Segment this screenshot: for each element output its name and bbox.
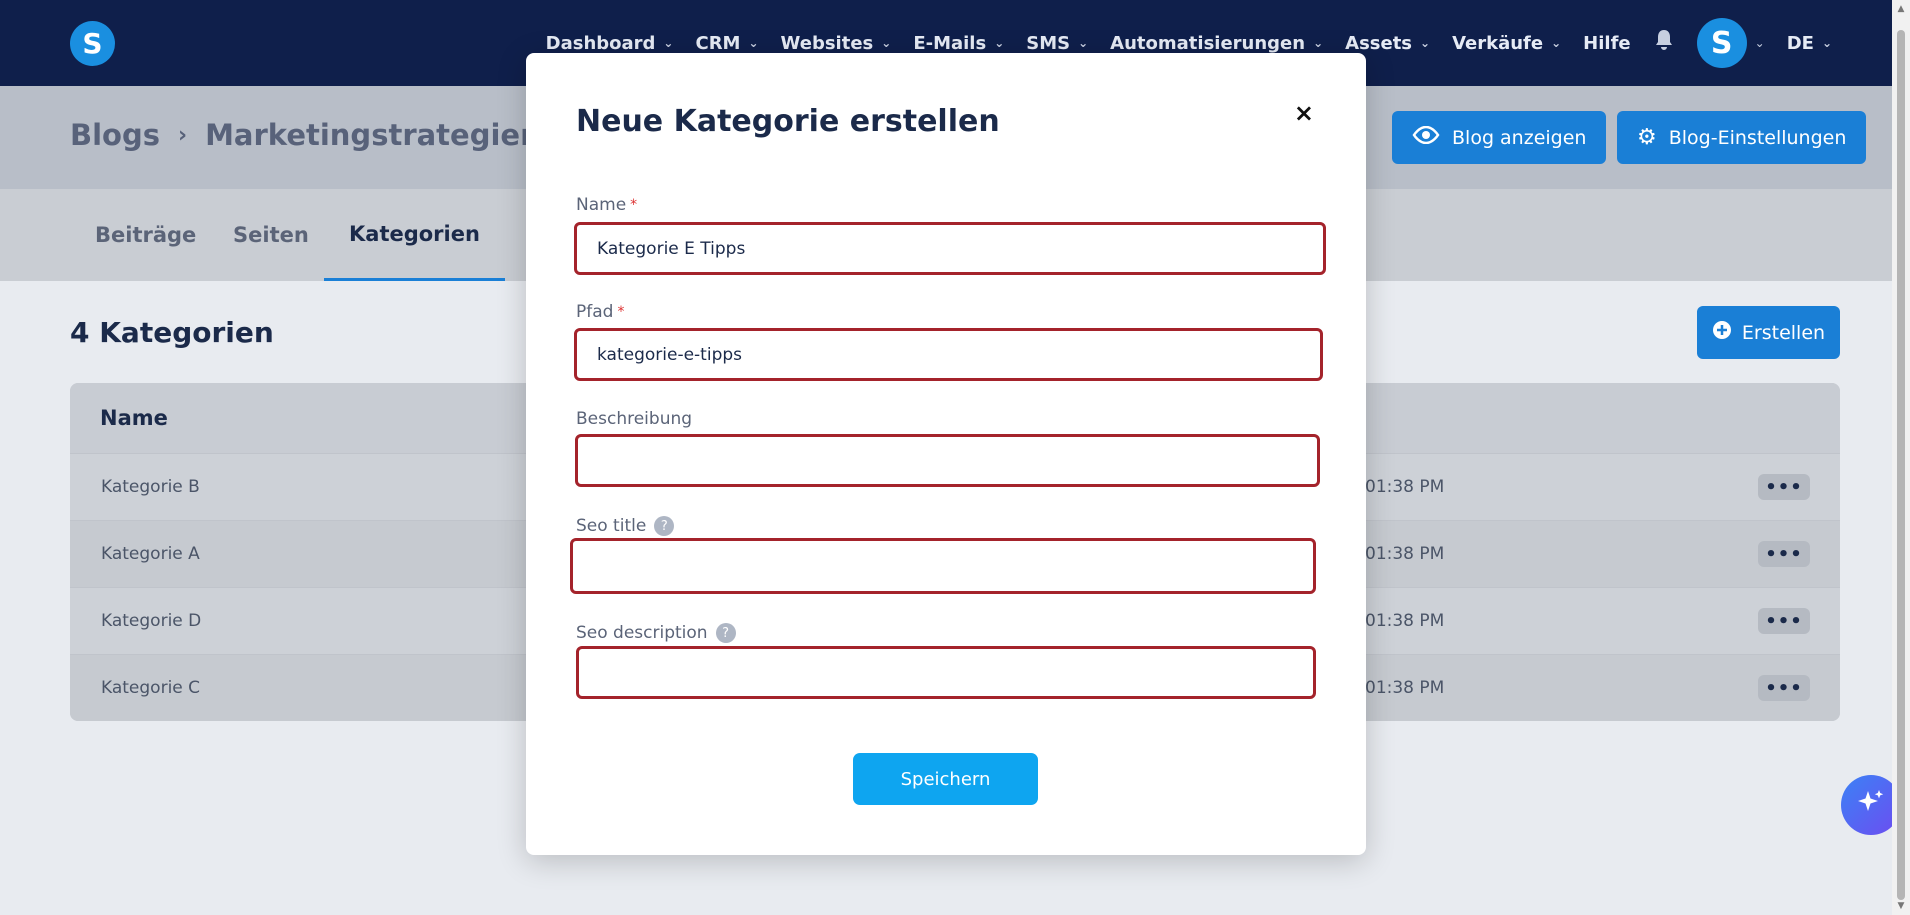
description-field[interactable] [575,434,1320,487]
nav-label: Verkäufe [1452,32,1544,54]
logo[interactable]: S [70,21,115,66]
description-label-text: Beschreibung [576,409,693,429]
nav-label: SMS [1026,32,1071,54]
seo-description-label-text: Seo description [576,623,708,643]
nav-item-sales[interactable]: Verkäufe ⌄ [1452,33,1561,54]
more-options-icon[interactable]: ••• [1758,541,1810,567]
nav-label: Automatisierungen [1110,32,1306,54]
chevron-down-icon: ⌄ [881,36,892,50]
chevron-down-icon: ⌄ [1551,36,1562,50]
view-blog-label: Blog anzeigen [1452,126,1587,149]
nav-item-crm[interactable]: CRM ⌄ [695,33,758,54]
language-label: DE [1786,32,1814,54]
more-options-icon[interactable]: ••• [1758,608,1810,634]
path-label: Pfad * [576,302,624,322]
category-time: 01:38 PM [1365,544,1445,564]
chevron-down-icon: ⌄ [1313,36,1324,50]
modal-title: Neue Kategorie erstellen [576,104,1000,139]
nav-label: Websites [780,32,874,54]
seo-description-field[interactable] [576,646,1316,699]
tab-posts[interactable]: Beiträge [95,189,196,281]
help-icon[interactable]: ? [715,623,736,643]
close-icon[interactable]: × [1294,99,1314,127]
breadcrumb-item-blogs[interactable]: Blogs [70,118,160,152]
save-button[interactable]: Speichern [853,753,1038,805]
bell-icon[interactable] [1653,28,1675,58]
name-label: Name * [576,195,637,215]
category-name: Kategorie A [101,544,200,564]
seo-description-label: Seo description ? [576,623,736,643]
chevron-down-icon: ⌄ [1754,36,1765,50]
eye-icon [1412,125,1440,150]
category-name: Kategorie B [101,477,200,497]
nav-item-assets[interactable]: Assets ⌄ [1345,33,1430,54]
nav-item-dashboard[interactable]: Dashboard ⌄ [546,33,674,54]
nav-label: Hilfe [1583,32,1631,54]
required-marker: * [617,304,625,320]
name-field[interactable]: Kategorie E Tipps [574,222,1326,275]
nav-label: Dashboard [545,32,656,54]
tab-categories[interactable]: Kategorien [324,189,505,281]
nav-item-automations[interactable]: Automatisierungen ⌄ [1110,33,1323,54]
language-selector[interactable]: DE ⌄ [1787,33,1832,54]
nav-label: E-Mails [913,32,987,54]
category-time: 01:38 PM [1365,678,1445,698]
seo-title-label-text: Seo title [576,516,647,536]
required-marker: * [630,197,638,213]
seo-title-label: Seo title ? [576,516,675,536]
create-label: Erstellen [1741,321,1826,344]
breadcrumb-item-blog[interactable]: Marketingstrategien [205,118,541,152]
category-name: Kategorie C [101,678,201,698]
scroll-thumb[interactable] [1897,30,1905,900]
name-label-text: Name [576,195,627,215]
gear-icon: ⚙ [1637,125,1657,150]
chevron-down-icon: ⌄ [1821,36,1832,50]
avatar: S [1696,18,1747,68]
seo-title-field[interactable] [570,538,1316,594]
chevron-down-icon: ⌄ [1420,36,1431,50]
category-count-title: 4 Kategorien [70,316,274,349]
tab-pages[interactable]: Seiten [233,189,309,281]
scrollbar[interactable]: ▲ ▼ [1892,0,1910,915]
chevron-right-icon: › [178,122,188,148]
nav-item-websites[interactable]: Websites ⌄ [781,33,892,54]
category-name: Kategorie D [101,611,202,631]
plus-circle-icon [1712,320,1732,345]
more-options-icon[interactable]: ••• [1758,474,1810,500]
chevron-down-icon: ⌄ [748,36,759,50]
nav-label: Assets [1345,32,1413,54]
view-blog-button[interactable]: Blog anzeigen [1392,111,1607,164]
chevron-down-icon: ⌄ [994,36,1005,50]
create-category-modal: Neue Kategorie erstellen × Name * Katego… [526,53,1366,855]
create-button[interactable]: Erstellen [1697,306,1840,359]
nav-item-sms[interactable]: SMS ⌄ [1026,33,1088,54]
blog-settings-button[interactable]: ⚙ Blog-Einstellungen [1617,111,1867,164]
nav-item-help[interactable]: Hilfe [1583,33,1630,54]
category-time: 01:38 PM [1365,477,1445,497]
more-options-icon[interactable]: ••• [1758,675,1810,701]
chevron-down-icon: ⌄ [1078,36,1089,50]
sparkle-icon [1856,787,1886,824]
help-icon[interactable]: ? [654,516,675,536]
description-label: Beschreibung [576,409,692,429]
nav-label: CRM [695,32,741,54]
path-field[interactable]: kategorie-e-tipps [574,328,1323,381]
chevron-down-icon: ⌄ [663,36,674,50]
blog-settings-label: Blog-Einstellungen [1668,126,1847,149]
path-label-text: Pfad [576,302,614,322]
scroll-down-icon[interactable]: ▼ [1895,901,1907,911]
user-menu[interactable]: S ⌄ [1696,18,1765,68]
scroll-up-icon[interactable]: ▲ [1895,4,1907,14]
category-time: 01:38 PM [1365,611,1445,631]
nav-item-emails[interactable]: E-Mails ⌄ [913,33,1004,54]
